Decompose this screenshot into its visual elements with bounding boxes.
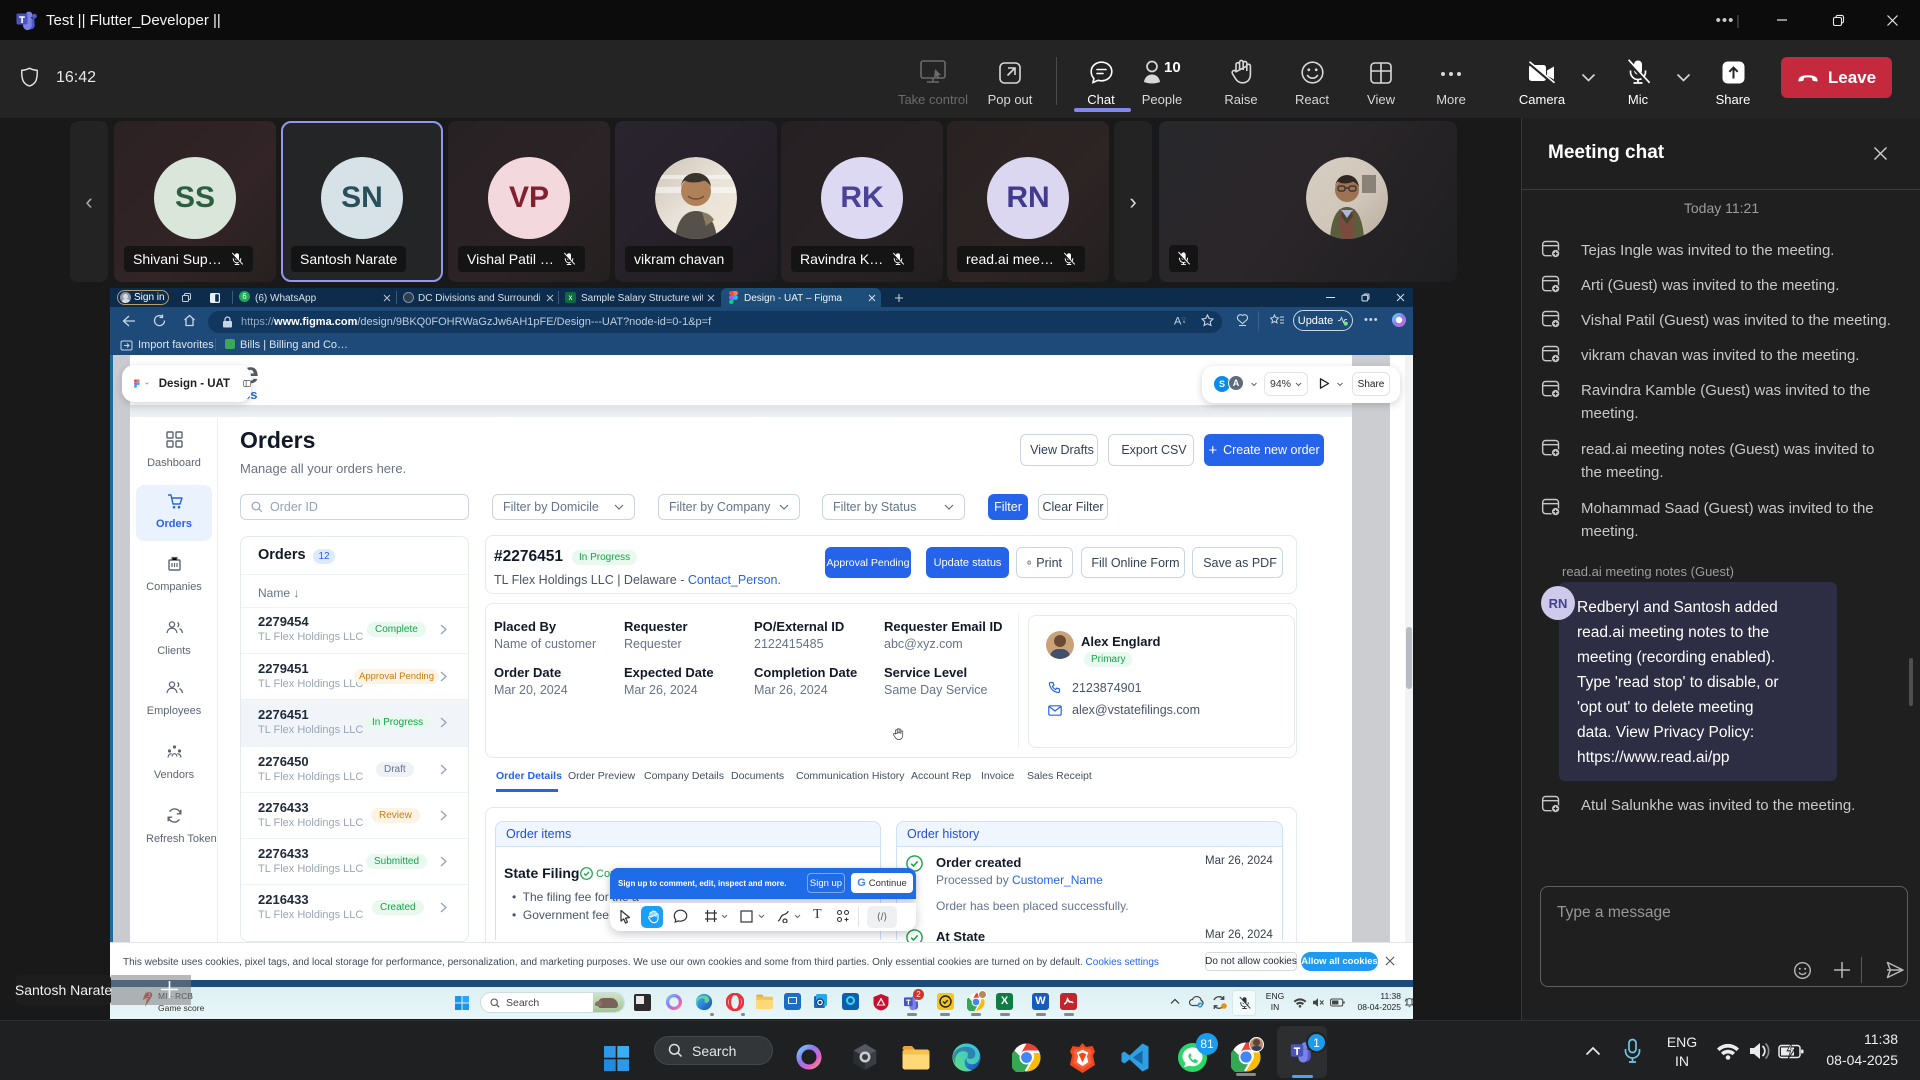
svg-text:10: 10 bbox=[1164, 59, 1181, 76]
